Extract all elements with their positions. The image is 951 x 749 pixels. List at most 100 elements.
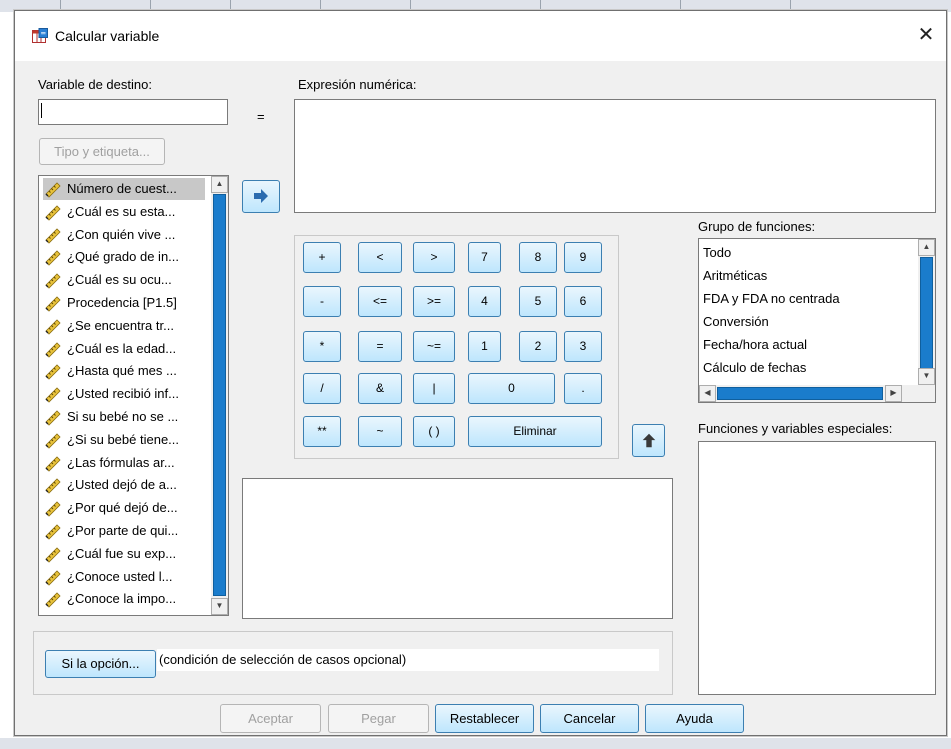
close-icon: ✕ [917, 24, 935, 46]
variable-list-item[interactable]: ¿Usted dejó de a... [43, 474, 205, 496]
calc-four-button[interactable]: 4 [468, 286, 501, 317]
calc-or-button[interactable]: | [413, 373, 455, 404]
calc-greaterequal-button[interactable]: >= [413, 286, 455, 317]
variable-list-item[interactable]: ¿Cuál es su esta... [43, 201, 205, 223]
function-group-item[interactable]: FDA y FDA no centrada [703, 287, 840, 310]
scroll-up-button[interactable]: ▲ [211, 176, 228, 193]
calc-parens-button[interactable]: ( ) [413, 416, 455, 447]
variable-list-item[interactable]: ¿Con quién vive ... [43, 224, 205, 246]
function-group-item[interactable]: Todo [703, 241, 731, 264]
variable-name: ¿Las fórmulas ar... [67, 454, 175, 470]
fn-scroll-left-button[interactable]: ◀ [699, 385, 716, 402]
variable-list-item[interactable]: ¿Hasta qué mes ... [43, 360, 205, 382]
ruler-icon [45, 570, 61, 586]
function-group-item[interactable]: Fecha/hora actual [703, 333, 807, 356]
ok-button[interactable]: Aceptar [220, 704, 321, 733]
variable-name: ¿Usted recibió inf... [67, 386, 179, 402]
source-variable-list[interactable]: Número de cuest... ¿Cuál es su esta... ¿Co… [38, 175, 229, 616]
if-condition-text: (condición de selección de casos opciona… [159, 652, 407, 667]
fn-scroll-up-button[interactable]: ▲ [918, 239, 935, 256]
numeric-expression-label: Expresión numérica: [298, 77, 417, 92]
scroll-down-button[interactable]: ▼ [211, 598, 228, 615]
calc-zero-button[interactable]: 0 [468, 373, 555, 404]
fn-scroll-down-button[interactable]: ▼ [918, 368, 935, 385]
move-to-expression-button[interactable] [242, 180, 280, 213]
calc-delete-button[interactable]: Eliminar [468, 416, 602, 447]
variable-list-scrollbar[interactable]: ▲ ▼ [211, 176, 228, 615]
scroll-thumb[interactable] [213, 194, 226, 596]
calc-power-button[interactable]: ** [303, 416, 341, 447]
calc-less-button[interactable]: < [358, 242, 402, 273]
calc-five-button[interactable]: 5 [519, 286, 557, 317]
variable-list-item[interactable]: ¿Usted recibió inf... [43, 383, 205, 405]
calc-plus-button[interactable]: + [303, 242, 341, 273]
ruler-icon [45, 478, 61, 494]
calc-two-button[interactable]: 2 [519, 331, 557, 362]
numeric-expression-input[interactable] [294, 99, 936, 213]
calc-and-button[interactable]: & [358, 373, 402, 404]
function-group-item[interactable]: Cálculo de fechas [703, 356, 806, 379]
variable-list-item[interactable]: ¿Si su bebé tiene... [43, 429, 205, 451]
calc-decimal-button[interactable]: . [564, 373, 602, 404]
title-bar: = Calcular variable ✕ [15, 11, 946, 61]
calc-divide-button[interactable]: / [303, 373, 341, 404]
calc-not-button[interactable]: ~ [358, 416, 402, 447]
calc-lessequal-button[interactable]: <= [358, 286, 402, 317]
variable-list-item[interactable]: ¿Qué grado de in... [43, 246, 205, 268]
cancel-button[interactable]: Cancelar [540, 704, 639, 733]
variable-name: ¿Por parte de qui... [67, 523, 179, 538]
if-condition-button[interactable]: Si la opción... [45, 650, 156, 678]
help-button[interactable]: Ayuda [645, 704, 744, 733]
variable-list-item[interactable]: Si su bebé no se ... [43, 406, 205, 428]
variable-list-item[interactable]: ¿Cuál fue su exp... [43, 543, 205, 565]
fn-scroll-thumb[interactable] [920, 257, 933, 369]
calc-notequal-button[interactable]: ~= [413, 331, 455, 362]
calc-eight-button[interactable]: 8 [519, 242, 557, 273]
up-arrow-icon [642, 433, 655, 448]
fn-hscroll-thumb[interactable] [717, 387, 883, 400]
variable-name: ¿Hasta qué mes ... [67, 363, 177, 379]
ruler-icon [45, 433, 61, 449]
variable-name: ¿Qué grado de in... [67, 249, 180, 265]
variable-list-item[interactable]: ¿Cuál es la edad... [43, 338, 205, 360]
special-functions-list[interactable] [698, 441, 936, 695]
ruler-icon [45, 364, 61, 380]
calc-minus-button[interactable]: - [303, 286, 341, 317]
type-and-label-button[interactable]: Tipo y etiqueta... [39, 138, 165, 165]
variable-list-item[interactable]: ¿Por qué dejó de... [43, 497, 205, 519]
function-group-item[interactable]: Aritméticas [703, 264, 767, 287]
calc-greater-button[interactable]: > [413, 242, 455, 273]
variable-list-item[interactable]: ¿Conoce usted l... [43, 566, 205, 588]
variable-name: Si su bebé no se ... [67, 409, 179, 424]
ruler-icon [45, 205, 61, 221]
target-variable-input[interactable] [38, 99, 228, 125]
variable-list-item[interactable]: ¿Por parte de qui... [43, 520, 205, 542]
function-group-list[interactable]: Todo Aritméticas FDA y FDA no centrada Conv… [698, 238, 936, 403]
calc-nine-button[interactable]: 9 [564, 242, 602, 273]
variable-list-item[interactable]: ¿Se encuentra tr... [43, 315, 205, 337]
ruler-icon [45, 228, 61, 244]
ruler-icon [45, 182, 61, 198]
move-function-up-button[interactable] [632, 424, 665, 457]
scroll-corner [918, 385, 935, 402]
variable-list-item[interactable]: ¿Cuál es su ocu... [43, 269, 205, 291]
reset-button[interactable]: Restablecer [435, 704, 534, 733]
fn-scroll-right-button[interactable]: ▶ [885, 385, 902, 402]
close-button[interactable]: ✕ [915, 24, 937, 46]
calc-one-button[interactable]: 1 [468, 331, 501, 362]
paste-button[interactable]: Pegar [328, 704, 429, 733]
function-group-item[interactable]: Conversión [703, 310, 769, 333]
calc-equal-button[interactable]: = [358, 331, 402, 362]
function-group-vscrollbar[interactable]: ▲ ▼ [918, 239, 935, 385]
calc-seven-button[interactable]: 7 [468, 242, 501, 273]
variable-list-item[interactable]: Procedencia [P1.5] [43, 292, 205, 314]
variable-list-item[interactable]: ¿Conoce la impo... [43, 588, 205, 610]
variable-name: ¿Cuál es la edad... [67, 340, 177, 356]
function-group-hscrollbar[interactable]: ◀ ▶ [699, 385, 918, 402]
calc-six-button[interactable]: 6 [564, 286, 602, 317]
calc-multiply-button[interactable]: * [303, 331, 341, 362]
special-functions-label: Funciones y variables especiales: [698, 421, 893, 436]
variable-list-item[interactable]: ¿Las fórmulas ar... [43, 452, 205, 474]
variable-list-item[interactable]: Número de cuest... [43, 178, 205, 200]
calc-three-button[interactable]: 3 [564, 331, 602, 362]
